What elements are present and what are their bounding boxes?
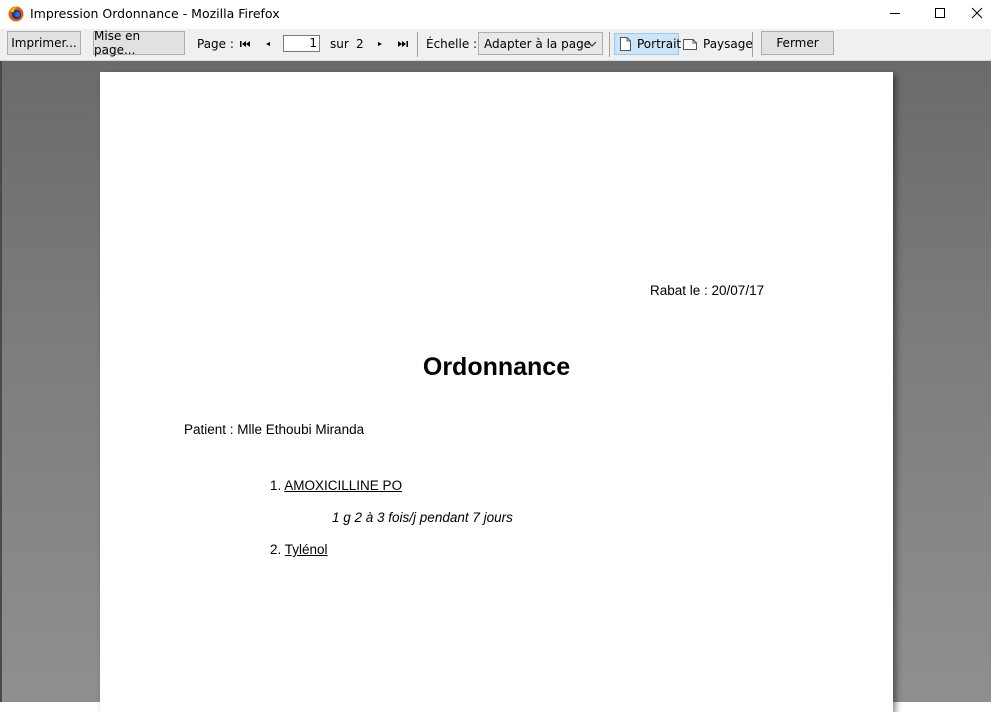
first-page-button[interactable] — [238, 37, 252, 51]
firefox-logo-icon — [8, 6, 24, 22]
page-label: Page : — [197, 37, 234, 51]
landscape-button[interactable]: Paysage — [678, 33, 753, 55]
print-button[interactable]: Imprimer... — [7, 31, 81, 55]
portrait-label: Portrait — [637, 37, 682, 51]
toolbar-separator — [417, 32, 418, 57]
document-title: Ordonnance — [422, 353, 571, 381]
medication-dosage: 1 g 2 à 3 fois/j pendant 7 jours — [332, 510, 513, 525]
close-window-button[interactable] — [962, 0, 991, 29]
medication-name: Tylénol — [284, 542, 328, 557]
close-preview-button[interactable]: Fermer — [761, 31, 834, 55]
previous-page-icon — [261, 40, 275, 54]
prescription-item: 2. Tylénol — [270, 542, 328, 557]
scale-label: Échelle : — [426, 37, 478, 51]
total-pages: 2 — [356, 37, 364, 51]
page-setup-button-label: Mise en page... — [94, 29, 141, 57]
print-preview-area[interactable]: Rabat le : 20/07/17 Ordonnance Patient :… — [0, 61, 991, 712]
title-bar: Impression Ordonnance - Mozilla Firefox — [0, 0, 991, 29]
next-page-icon — [373, 40, 387, 54]
first-page-icon — [238, 40, 252, 54]
toolbar-separator — [609, 32, 610, 57]
toolbar-separator — [752, 32, 753, 57]
medication-name: AMOXICILLINE PO — [284, 478, 403, 493]
prescription-item: 1. AMOXICILLINE PO — [270, 478, 402, 493]
page-setup-button[interactable]: Mise en page... — [93, 29, 185, 57]
close-preview-label: Fermer — [776, 36, 819, 50]
item-number: 1. — [270, 478, 282, 493]
item-number: 2. — [270, 542, 282, 557]
next-page-button[interactable] — [373, 37, 387, 51]
last-page-icon — [396, 40, 410, 54]
printed-page: Rabat le : 20/07/17 Ordonnance Patient :… — [100, 72, 893, 712]
of-label: sur — [330, 37, 349, 51]
minimize-button[interactable] — [872, 0, 918, 29]
previous-page-button[interactable] — [261, 37, 275, 51]
portrait-button[interactable]: Portrait — [614, 33, 682, 55]
maximize-button[interactable] — [917, 0, 963, 29]
scale-select[interactable]: Adapter à la page — [478, 32, 603, 55]
minimize-icon — [889, 6, 901, 24]
page-number-input[interactable]: 1 — [283, 35, 320, 52]
close-icon — [971, 6, 983, 24]
print-preview-toolbar: Imprimer... Mise en page... Page : 1 sur… — [0, 29, 991, 61]
portrait-page-icon — [620, 37, 631, 51]
maximize-icon — [934, 6, 946, 24]
document-date: Rabat le : 20/07/17 — [650, 283, 765, 298]
patient-line: Patient : Mlle Ethoubi Miranda — [184, 422, 365, 437]
scale-select-value: Adapter à la page — [484, 36, 592, 51]
landscape-label: Paysage — [703, 37, 753, 51]
landscape-page-icon — [683, 38, 697, 50]
chevron-down-icon — [587, 38, 597, 52]
print-button-label: Imprimer... — [11, 36, 77, 50]
last-page-button[interactable] — [396, 37, 410, 51]
window-title: Impression Ordonnance - Mozilla Firefox — [30, 6, 280, 21]
